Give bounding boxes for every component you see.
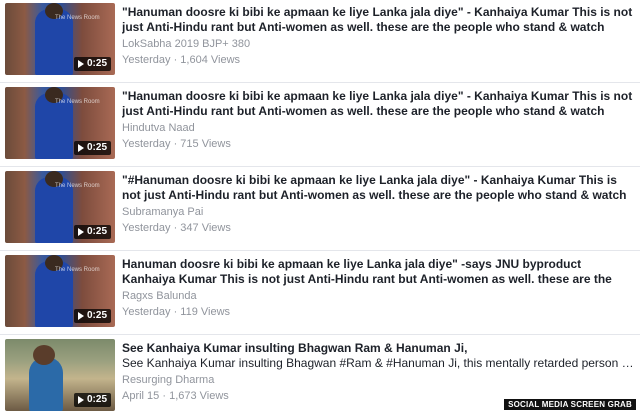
- play-icon: [77, 396, 84, 404]
- duration-text: 0:25: [86, 58, 107, 69]
- video-thumbnail[interactable]: 0:25: [5, 339, 115, 411]
- video-results-list: The News Room 0:25 "Hanuman doosre ki bi…: [0, 0, 640, 412]
- video-meta: Yesterday · 119 Views: [122, 306, 231, 318]
- video-result[interactable]: The News Room 0:25 "Hanuman doosre ki bi…: [0, 84, 640, 166]
- duration-badge: 0:25: [73, 393, 111, 407]
- duration-badge: 0:25: [73, 141, 111, 155]
- video-result[interactable]: The News Room 0:25 "Hanuman doosre ki bi…: [0, 0, 640, 82]
- video-title[interactable]: "Hanuman doosre ki bibi ke apmaan ke liy…: [122, 89, 636, 119]
- play-icon: [77, 60, 84, 68]
- video-title[interactable]: "#Hanuman doosre ki bibi ke apmaan ke li…: [122, 173, 636, 203]
- divider: [0, 250, 640, 251]
- duration-badge: 0:25: [73, 57, 111, 71]
- duration-text: 0:25: [86, 226, 107, 237]
- divider: [0, 82, 640, 83]
- divider: [0, 166, 640, 167]
- duration-badge: 0:25: [73, 225, 111, 239]
- video-source[interactable]: Subramanya Pai: [122, 205, 636, 219]
- thumbnail-watermark: The News Room: [55, 183, 100, 189]
- thumbnail-watermark: The News Room: [55, 99, 100, 105]
- video-meta: Yesterday · 1,604 Views: [122, 54, 241, 66]
- video-meta: Yesterday · 715 Views: [122, 138, 231, 150]
- video-thumbnail[interactable]: The News Room 0:25: [5, 171, 115, 243]
- video-source[interactable]: Resurging Dharma: [122, 373, 636, 387]
- video-thumbnail[interactable]: The News Room 0:25: [5, 255, 115, 327]
- video-title[interactable]: Hanuman doosre ki bibi ke apmaan ke liye…: [122, 257, 636, 287]
- video-meta: Yesterday · 347 Views: [122, 222, 231, 234]
- thumbnail-watermark: The News Room: [55, 267, 100, 273]
- video-title[interactable]: "Hanuman doosre ki bibi ke apmaan ke liy…: [122, 5, 636, 35]
- duration-text: 0:25: [86, 142, 107, 153]
- video-result[interactable]: The News Room 0:25 Hanuman doosre ki bib…: [0, 252, 640, 334]
- play-icon: [77, 312, 84, 320]
- duration-badge: 0:25: [73, 309, 111, 323]
- video-result[interactable]: The News Room 0:25 "#Hanuman doosre ki b…: [0, 168, 640, 250]
- video-thumbnail[interactable]: The News Room 0:25: [5, 3, 115, 75]
- divider: [0, 334, 640, 335]
- video-source[interactable]: LokSabha 2019 BJP+ 380: [122, 37, 636, 51]
- video-thumbnail[interactable]: The News Room 0:25: [5, 87, 115, 159]
- play-icon: [77, 228, 84, 236]
- play-icon: [77, 144, 84, 152]
- video-source[interactable]: Hindutva Naad: [122, 121, 636, 135]
- thumbnail-watermark: The News Room: [55, 15, 100, 21]
- video-description: See Kanhaiya Kumar insulting Bhagwan #Ra…: [122, 356, 636, 370]
- screen-grab-credit: SOCIAL MEDIA SCREEN GRAB: [504, 399, 636, 410]
- duration-text: 0:25: [86, 310, 107, 321]
- video-title[interactable]: See Kanhaiya Kumar insulting Bhagwan Ram…: [122, 341, 636, 356]
- duration-text: 0:25: [86, 394, 107, 405]
- video-source[interactable]: Ragxs Balunda: [122, 289, 636, 303]
